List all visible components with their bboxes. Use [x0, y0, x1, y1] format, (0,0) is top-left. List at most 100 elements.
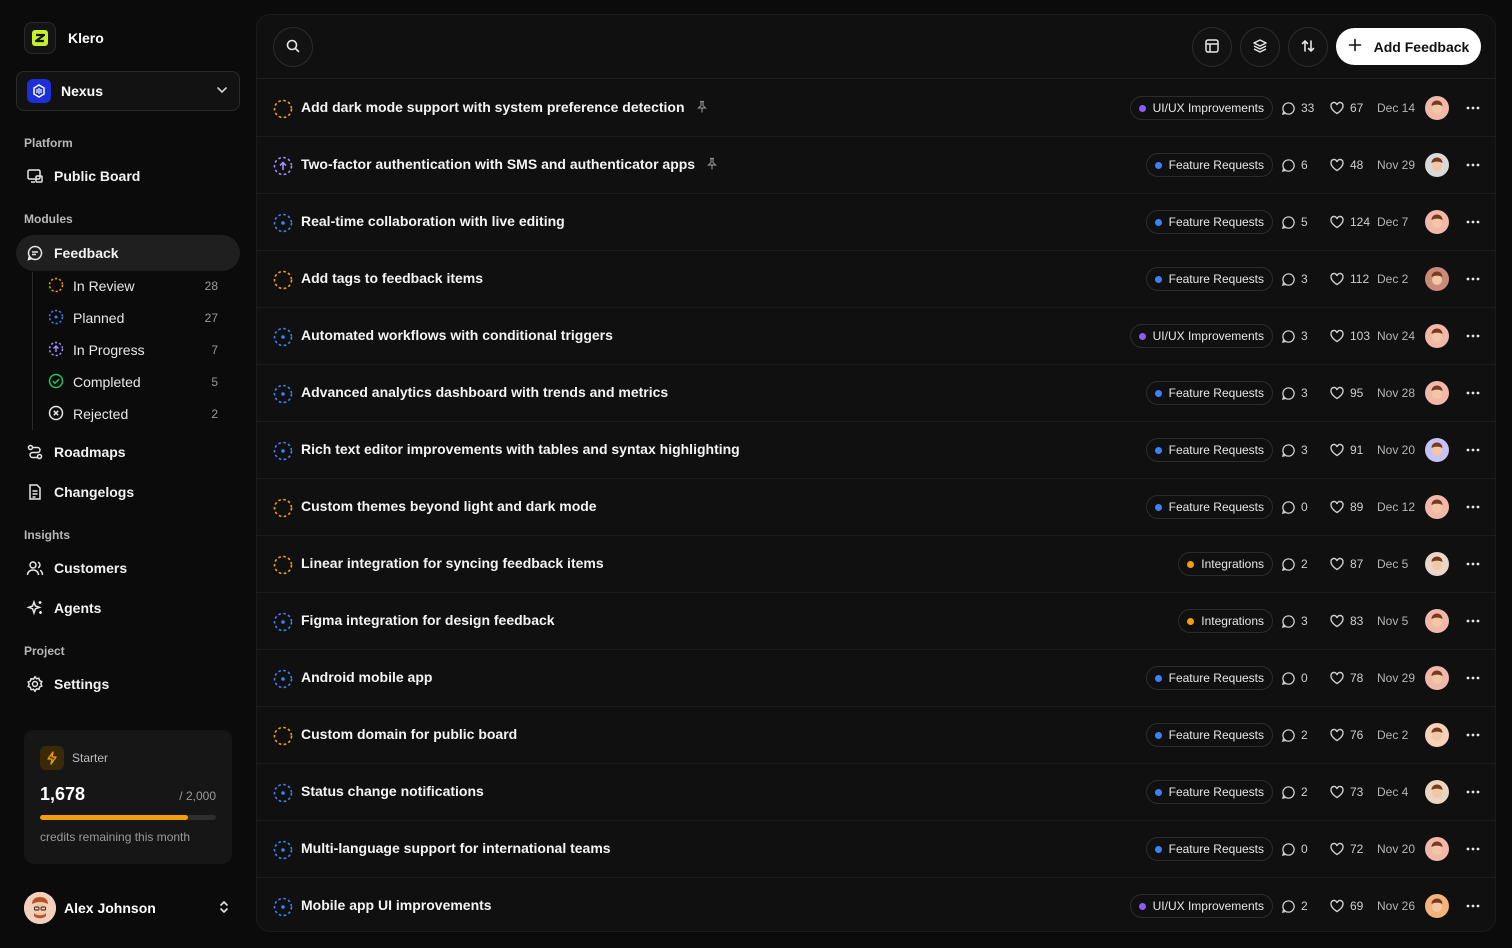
more-options-icon[interactable] [1465, 898, 1481, 914]
in-review-icon[interactable] [273, 270, 293, 290]
more-options-icon[interactable] [1465, 613, 1481, 629]
in-review-icon[interactable] [273, 555, 293, 575]
more-options-icon[interactable] [1465, 271, 1481, 287]
feedback-row[interactable]: Real-time collaboration with live editin… [257, 194, 1495, 251]
vote-count[interactable]: 95 [1329, 385, 1377, 401]
feedback-row[interactable]: Automated workflows with conditional tri… [257, 308, 1495, 365]
author-avatar[interactable] [1425, 837, 1449, 861]
feedback-title-wrap[interactable]: Rich text editor improvements with table… [301, 441, 740, 457]
feedback-row[interactable]: Custom themes beyond light and dark mode… [257, 479, 1495, 536]
nav-agents[interactable]: Agents [16, 590, 240, 626]
author-avatar[interactable] [1425, 438, 1449, 462]
more-options-icon[interactable] [1465, 157, 1481, 173]
comment-count[interactable]: 2 [1281, 899, 1319, 914]
feedback-title[interactable]: Multi-language support for international… [301, 840, 611, 856]
comment-count[interactable]: 3 [1281, 614, 1319, 629]
more-options-icon[interactable] [1465, 784, 1481, 800]
author-avatar[interactable] [1425, 552, 1449, 576]
feedback-row[interactable]: Rich text editor improvements with table… [257, 422, 1495, 479]
feedback-title[interactable]: Android mobile app [301, 669, 432, 685]
author-avatar[interactable] [1425, 324, 1449, 348]
more-options-icon[interactable] [1465, 100, 1481, 116]
nav-roadmaps[interactable]: Roadmaps [16, 434, 240, 470]
comment-count[interactable]: 0 [1281, 671, 1319, 686]
planned-icon[interactable] [273, 441, 293, 461]
feedback-title-wrap[interactable]: Two-factor authentication with SMS and a… [301, 156, 719, 172]
feedback-title[interactable]: Rich text editor improvements with table… [301, 441, 740, 457]
feedback-title-wrap[interactable]: Multi-language support for international… [301, 840, 611, 856]
author-avatar[interactable] [1425, 780, 1449, 804]
feedback-row[interactable]: Two-factor authentication with SMS and a… [257, 137, 1495, 194]
more-options-icon[interactable] [1465, 556, 1481, 572]
comment-count[interactable]: 6 [1281, 158, 1319, 173]
category-tag[interactable]: Feature Requests [1145, 210, 1273, 234]
nav-changelogs[interactable]: Changelogs [16, 474, 240, 510]
feedback-title[interactable]: Status change notifications [301, 783, 484, 799]
more-options-icon[interactable] [1465, 328, 1481, 344]
vote-count[interactable]: 87 [1329, 556, 1377, 572]
status-filter-rejected[interactable]: Rejected 2 [48, 400, 218, 428]
comment-count[interactable]: 2 [1281, 785, 1319, 800]
vote-count[interactable]: 112 [1329, 271, 1377, 287]
category-tag[interactable]: Feature Requests [1145, 666, 1273, 690]
feedback-title[interactable]: Advanced analytics dashboard with trends… [301, 384, 668, 400]
status-filter-completed[interactable]: Completed 5 [48, 368, 218, 396]
vote-count[interactable]: 76 [1329, 727, 1377, 743]
feedback-row[interactable]: Advanced analytics dashboard with trends… [257, 365, 1495, 422]
vote-count[interactable]: 103 [1329, 328, 1377, 344]
feedback-title[interactable]: Add dark mode support with system prefer… [301, 99, 685, 115]
category-tag[interactable]: Integrations [1178, 609, 1273, 633]
category-tag[interactable]: Integrations [1178, 552, 1273, 576]
group-button[interactable] [1240, 27, 1280, 67]
feedback-title-wrap[interactable]: Figma integration for design feedback [301, 612, 555, 628]
feedback-title-wrap[interactable]: Android mobile app [301, 669, 432, 685]
category-tag[interactable]: Feature Requests [1145, 267, 1273, 291]
feedback-row[interactable]: Figma integration for design feedback Int… [257, 593, 1495, 650]
category-tag[interactable]: UI/UX Improvements [1129, 894, 1273, 918]
feedback-title[interactable]: Add tags to feedback items [301, 270, 483, 286]
more-options-icon[interactable] [1465, 727, 1481, 743]
feedback-title-wrap[interactable]: Add dark mode support with system prefer… [301, 99, 709, 115]
author-avatar[interactable] [1425, 381, 1449, 405]
feedback-row[interactable]: Android mobile app Feature Requests 0 78 Nov… [257, 650, 1495, 707]
feedback-title[interactable]: Custom themes beyond light and dark mode [301, 498, 597, 514]
in-review-icon[interactable] [273, 99, 293, 119]
planned-icon[interactable] [273, 783, 293, 803]
vote-count[interactable]: 83 [1329, 613, 1377, 629]
feedback-row[interactable]: Mobile app UI improvements UI/UX Improvem… [257, 878, 1495, 931]
feedback-title-wrap[interactable]: Custom themes beyond light and dark mode [301, 498, 597, 514]
planned-icon[interactable] [273, 669, 293, 689]
vote-count[interactable]: 124 [1329, 214, 1377, 230]
search-button[interactable] [273, 27, 313, 67]
nav-customers[interactable]: Customers [16, 550, 240, 586]
vote-count[interactable]: 89 [1329, 499, 1377, 515]
more-options-icon[interactable] [1465, 442, 1481, 458]
project-switcher[interactable]: Nexus [16, 71, 240, 111]
category-tag[interactable]: UI/UX Improvements [1129, 324, 1273, 348]
category-tag[interactable]: Feature Requests [1145, 438, 1273, 462]
brand[interactable]: Klero [24, 22, 104, 54]
in-review-icon[interactable] [273, 498, 293, 518]
more-options-icon[interactable] [1465, 499, 1481, 515]
comment-count[interactable]: 33 [1281, 101, 1319, 116]
author-avatar[interactable] [1425, 666, 1449, 690]
feedback-title-wrap[interactable]: Linear integration for syncing feedback … [301, 555, 604, 571]
category-tag[interactable]: Feature Requests [1145, 723, 1273, 747]
author-avatar[interactable] [1425, 267, 1449, 291]
comment-count[interactable]: 2 [1281, 557, 1319, 572]
feedback-title-wrap[interactable]: Add tags to feedback items [301, 270, 483, 286]
feedback-row[interactable]: Status change notifications Feature Reque… [257, 764, 1495, 821]
feedback-title-wrap[interactable]: Custom domain for public board [301, 726, 517, 742]
vote-count[interactable]: 69 [1329, 898, 1377, 914]
nav-public-board[interactable]: Public Board [16, 158, 240, 194]
author-avatar[interactable] [1425, 96, 1449, 120]
feedback-row[interactable]: Add dark mode support with system prefer… [257, 80, 1495, 137]
comment-count[interactable]: 3 [1281, 386, 1319, 401]
planned-icon[interactable] [273, 327, 293, 347]
author-avatar[interactable] [1425, 609, 1449, 633]
user-menu[interactable]: Alex Johnson [24, 892, 232, 924]
feedback-title[interactable]: Linear integration for syncing feedback … [301, 555, 604, 571]
feedback-title[interactable]: Real-time collaboration with live editin… [301, 213, 565, 229]
feedback-title[interactable]: Mobile app UI improvements [301, 897, 492, 913]
comment-count[interactable]: 3 [1281, 443, 1319, 458]
